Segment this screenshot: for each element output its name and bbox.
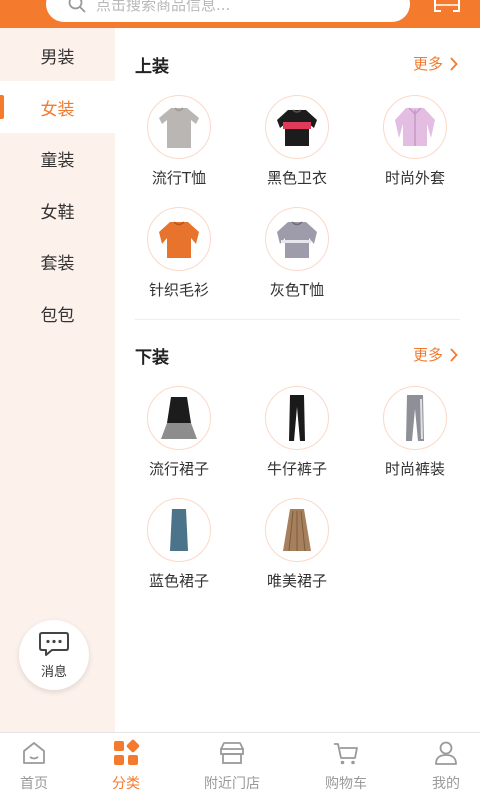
scan-icon[interactable] [434, 0, 460, 16]
sidebar-item-men[interactable]: 男装 [0, 29, 115, 81]
chevron-right-icon [450, 56, 458, 71]
nav-item-nearby-store[interactable]: 附近门店 [184, 739, 280, 793]
item-label: 时尚裤装 [384, 460, 445, 478]
nav-label: 分类 [112, 776, 140, 792]
product-category-item[interactable]: 流行裙子 [129, 386, 229, 479]
product-category-item[interactable]: 流行T恤 [129, 95, 229, 188]
nav-label: 首页 [20, 776, 48, 792]
item-label: 唯美裙子 [266, 572, 327, 590]
nav-item-home[interactable]: 首页 [0, 739, 82, 793]
section-divider [135, 319, 460, 320]
sidebar-item-women[interactable]: 女装 [0, 81, 115, 133]
category-sidebar: 男装 女装 童装 女鞋 套装 包包 消息 [0, 28, 115, 732]
product-category-item[interactable]: 黑色卫衣 [247, 95, 347, 188]
product-category-item[interactable]: 蓝色裙子 [129, 498, 229, 591]
item-label: 流行T恤 [151, 169, 207, 187]
sidebar-item-label: 童装 [40, 150, 75, 171]
sidebar-item-women-shoes[interactable]: 女鞋 [0, 184, 115, 236]
sidebar-item-label: 男装 [40, 47, 75, 68]
nav-item-category[interactable]: 分类 [78, 739, 174, 793]
item-label: 灰色T恤 [269, 281, 325, 299]
sidebar-item-label: 套装 [40, 253, 75, 274]
category-content: 上装 更多 流行T恤 黑色卫衣 时尚外套 针织毛衫 灰色T恤 下装 更多 流行裙… [115, 28, 480, 732]
black-pants-icon [265, 386, 329, 450]
cart-icon [334, 743, 358, 765]
profile-icon [435, 741, 457, 765]
item-label: 牛仔裤子 [266, 460, 327, 478]
black-sweatshirt-icon [265, 95, 329, 159]
nav-item-profile[interactable]: 我的 [398, 739, 480, 793]
item-label: 时尚外套 [384, 169, 445, 187]
active-indicator [0, 95, 4, 119]
home-icon [23, 742, 45, 764]
more-label: 更多 [412, 55, 443, 73]
bottom-navigation: 首页 分类 附近门店 购物车 我的 [0, 732, 480, 800]
black-skirt-icon [147, 386, 211, 450]
item-label: 针织毛衫 [148, 281, 209, 299]
nav-item-cart[interactable]: 购物车 [298, 739, 394, 793]
more-label: 更多 [412, 346, 443, 364]
pink-jacket-icon [383, 95, 447, 159]
sidebar-item-bags[interactable]: 包包 [0, 287, 115, 339]
more-link[interactable]: 更多 [413, 53, 458, 74]
nav-label: 我的 [432, 776, 460, 792]
item-label: 黑色卫衣 [266, 169, 327, 187]
sidebar-item-label: 女鞋 [40, 202, 75, 223]
sidebar-item-label: 包包 [40, 305, 75, 326]
pleated-skirt-icon [265, 498, 329, 562]
search-placeholder: 点击搜索商品信息... [96, 0, 231, 14]
header-bar: 点击搜索商品信息... [0, 0, 480, 28]
gray-striped-top-icon [265, 207, 329, 271]
item-label: 流行裙子 [148, 460, 209, 478]
product-category-item[interactable]: 针织毛衫 [129, 207, 229, 300]
search-bar[interactable]: 点击搜索商品信息... [46, 0, 410, 22]
search-icon [68, 0, 86, 13]
sidebar-item-sets[interactable]: 套装 [0, 235, 115, 287]
category-icon [114, 739, 140, 765]
sidebar-item-label: 女装 [40, 99, 75, 120]
message-button[interactable]: 消息 [19, 620, 89, 690]
product-category-item[interactable]: 唯美裙子 [247, 498, 347, 591]
nav-label: 附近门店 [204, 776, 260, 792]
orange-sweater-icon [147, 207, 211, 271]
product-category-item[interactable]: 时尚外套 [365, 95, 465, 188]
message-label: 消息 [40, 664, 67, 680]
product-category-item[interactable]: 时尚裤装 [365, 386, 465, 479]
more-link[interactable]: 更多 [413, 344, 458, 365]
section-title: 下装 [135, 348, 169, 368]
chat-bubble-icon [39, 631, 69, 656]
nav-label: 购物车 [325, 776, 367, 792]
product-category-item[interactable]: 灰色T恤 [247, 207, 347, 300]
sidebar-item-kids[interactable]: 童装 [0, 132, 115, 184]
section-title: 上装 [135, 57, 169, 77]
store-icon [220, 742, 244, 764]
gray-sweater-icon [147, 95, 211, 159]
chevron-right-icon [450, 347, 458, 362]
gray-pants-icon [383, 386, 447, 450]
item-label: 蓝色裙子 [148, 572, 209, 590]
blue-skirt-icon [147, 498, 211, 562]
product-category-item[interactable]: 牛仔裤子 [247, 386, 347, 479]
